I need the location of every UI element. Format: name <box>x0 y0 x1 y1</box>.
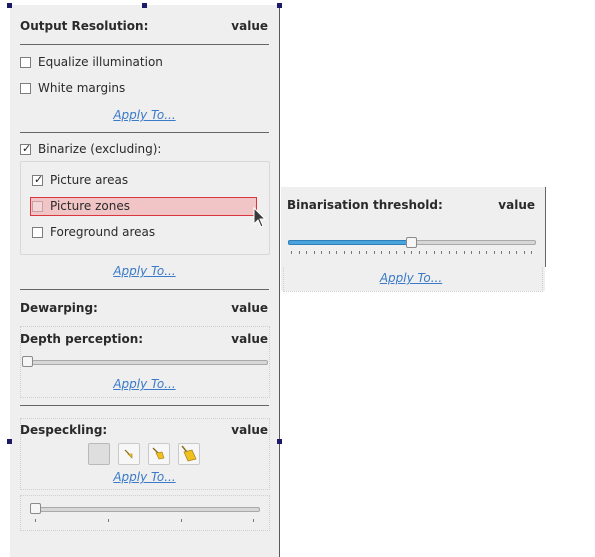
slider-tick <box>253 519 254 522</box>
slider-tick <box>351 251 352 254</box>
slider-tick <box>389 251 390 254</box>
slider-tick <box>336 251 337 254</box>
depth-perception-title: Depth perception: <box>20 332 144 346</box>
despeckle-slider-group <box>20 495 270 531</box>
divider <box>20 289 269 290</box>
depth-perception-value: value <box>231 332 268 346</box>
slider-tick <box>486 251 487 254</box>
slider-tick <box>306 251 307 254</box>
despeckle-cautious-button[interactable] <box>118 443 140 465</box>
binarisation-threshold-title: Binarisation threshold: <box>287 198 443 212</box>
slider-tick <box>381 251 382 254</box>
threshold-apply-to-link[interactable]: Apply To... <box>281 271 541 285</box>
slider-tick <box>434 251 435 254</box>
output-resolution-value: value <box>231 19 268 33</box>
depth-apply-to-link[interactable]: Apply To... <box>20 377 269 391</box>
dewarping-title: Dewarping: <box>20 301 98 315</box>
slider-tick <box>291 251 292 254</box>
divider <box>20 44 269 45</box>
resize-handle-top-left[interactable] <box>7 3 12 8</box>
despeckle-slider-track[interactable] <box>30 507 260 512</box>
broom-large-icon <box>181 445 197 462</box>
slider-tick <box>344 251 345 254</box>
picture-zones-label: Picture zones <box>50 199 130 213</box>
equalize-illumination-label: Equalize illumination <box>38 55 163 69</box>
despeckling-apply-to-link[interactable]: Apply To... <box>20 470 269 484</box>
dewarping-value: value <box>231 301 268 315</box>
slider-tick <box>471 251 472 254</box>
white-margins-label: White margins <box>38 81 126 95</box>
white-margins-checkbox[interactable] <box>20 83 31 94</box>
resize-handle-middle-right[interactable] <box>277 439 282 444</box>
slider-tick <box>426 251 427 254</box>
picture-zones-checkbox[interactable] <box>32 201 43 212</box>
despeckle-normal-button[interactable] <box>148 443 170 465</box>
output-resolution-title: Output Resolution: <box>20 19 149 33</box>
binarize-apply-to-link[interactable]: Apply To... <box>20 264 269 278</box>
slider-tick <box>299 251 300 254</box>
resize-handle-top-right[interactable] <box>277 3 282 8</box>
slider-tick <box>108 519 109 522</box>
threshold-slider-fill <box>288 240 413 245</box>
depth-perception-slider-knob[interactable] <box>22 356 33 367</box>
slider-tick <box>456 251 457 254</box>
despeckling-title: Despeckling: <box>20 423 108 437</box>
despeckling-value: value <box>231 423 268 437</box>
slider-tick <box>329 251 330 254</box>
slider-tick <box>366 251 367 254</box>
slider-tick <box>404 251 405 254</box>
threshold-slider-knob[interactable] <box>406 237 417 248</box>
popup-border <box>545 187 546 267</box>
panel-border <box>279 5 280 557</box>
resize-handle-top-center[interactable] <box>142 3 147 8</box>
slider-tick <box>441 251 442 254</box>
resize-handle-middle-left[interactable] <box>7 439 12 444</box>
apply-to-link[interactable]: Apply To... <box>20 108 269 122</box>
slider-tick <box>494 251 495 254</box>
slider-tick <box>374 251 375 254</box>
slider-tick <box>524 251 525 254</box>
foreground-areas-label: Foreground areas <box>50 225 156 239</box>
binarize-checkbox[interactable] <box>20 142 31 155</box>
binarisation-threshold-value: value <box>498 198 535 212</box>
divider <box>20 405 269 406</box>
slider-tick <box>35 519 36 522</box>
slider-tick <box>396 251 397 254</box>
slider-tick <box>531 251 532 254</box>
slider-tick <box>321 251 322 254</box>
slider-tick <box>509 251 510 254</box>
divider <box>20 132 269 133</box>
equalize-illumination-checkbox[interactable] <box>20 57 31 68</box>
slider-tick <box>419 251 420 254</box>
slider-tick <box>181 519 182 522</box>
slider-tick <box>501 251 502 254</box>
depth-perception-slider-track[interactable] <box>22 360 268 365</box>
picture-areas-label: Picture areas <box>50 173 129 187</box>
slider-tick <box>359 251 360 254</box>
broom-small-icon <box>124 449 133 459</box>
slider-tick <box>449 251 450 254</box>
slider-tick <box>516 251 517 254</box>
slider-tick <box>479 251 480 254</box>
slider-tick <box>464 251 465 254</box>
slider-tick <box>411 251 412 254</box>
mouse-pointer-icon <box>253 207 267 228</box>
despeckle-slider-knob[interactable] <box>30 503 41 514</box>
foreground-areas-checkbox[interactable] <box>32 227 43 238</box>
picture-areas-checkbox[interactable] <box>32 173 43 186</box>
binarize-label: Binarize (excluding): <box>38 142 162 156</box>
slider-tick <box>314 251 315 254</box>
despeckle-aggressive-button[interactable] <box>178 443 200 465</box>
broom-medium-icon <box>152 447 165 460</box>
despeckle-off-button[interactable] <box>88 443 110 465</box>
